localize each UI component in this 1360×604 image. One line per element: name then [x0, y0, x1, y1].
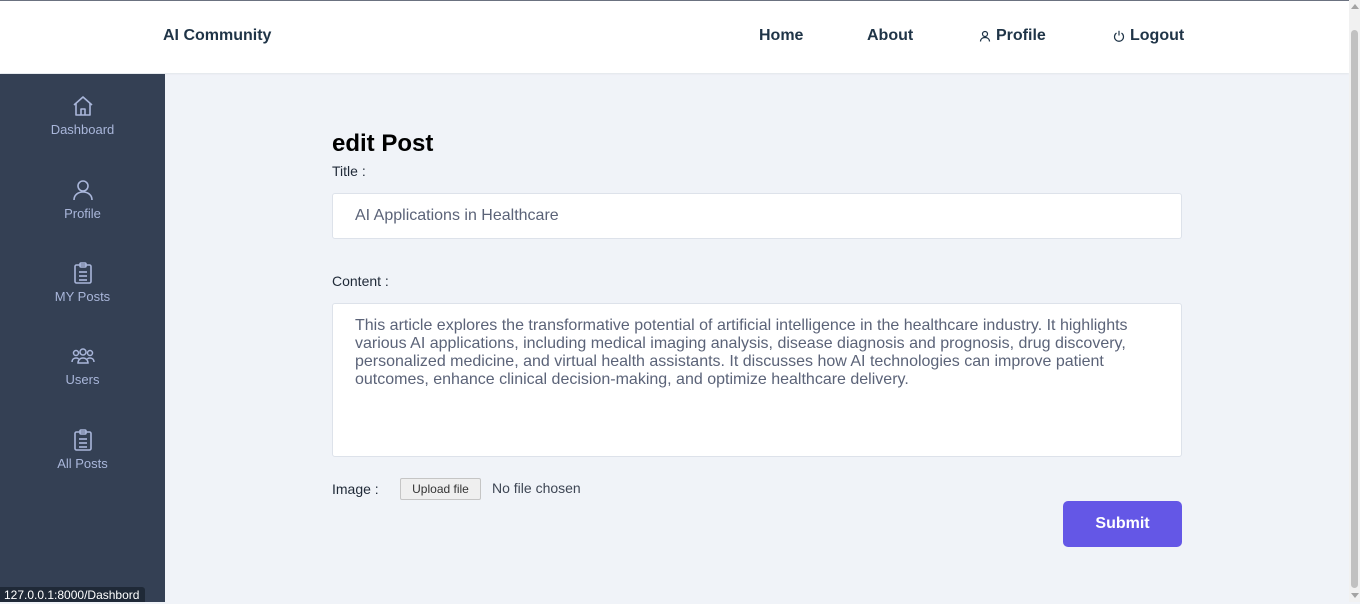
file-status-text: No file chosen — [492, 480, 581, 496]
link-status-bar: 127.0.0.1:8000/Dashbord — [0, 587, 146, 602]
nav-profile-label: Profile — [996, 27, 1046, 44]
title-input[interactable] — [332, 193, 1182, 239]
sidebar: Dashboard Profile MY Posts Users All Pos… — [0, 74, 165, 602]
user-icon — [72, 180, 93, 201]
nav-profile-link[interactable]: Profile — [979, 27, 1046, 45]
content-textarea[interactable]: This article explores the transformative… — [332, 303, 1182, 457]
nav-about-label: About — [867, 27, 914, 44]
scrollbar-thumb[interactable] — [1351, 30, 1358, 588]
sidebar-item-all-posts[interactable]: All Posts — [0, 428, 165, 471]
sidebar-item-label: Profile — [64, 206, 101, 221]
submit-button[interactable]: Submit — [1063, 501, 1182, 547]
sidebar-item-dashboard[interactable]: Dashboard — [0, 94, 165, 137]
clipboard-icon — [73, 429, 92, 451]
nav-home-link[interactable]: Home — [759, 27, 803, 45]
brand-title[interactable]: AI Community — [163, 27, 271, 45]
home-icon — [72, 96, 93, 116]
power-icon — [1113, 30, 1125, 42]
scroll-up-arrow-icon[interactable] — [1351, 4, 1359, 9]
clipboard-icon — [73, 262, 92, 284]
nav-home-label: Home — [759, 27, 804, 44]
user-icon — [979, 30, 991, 42]
page-title: edit Post — [332, 130, 434, 157]
sidebar-item-label: Users — [65, 372, 100, 387]
upload-file-button[interactable]: Upload file — [400, 478, 481, 500]
title-label: Title : — [332, 163, 366, 179]
content-label: Content : — [332, 273, 389, 289]
sidebar-item-profile[interactable]: Profile — [0, 178, 165, 221]
sidebar-item-label: All Posts — [57, 456, 108, 471]
top-navbar: AI Community Home About Profile Logout — [0, 0, 1349, 73]
image-label: Image : — [332, 481, 379, 497]
sidebar-item-my-posts[interactable]: MY Posts — [0, 261, 165, 304]
sidebar-item-label: Dashboard — [50, 122, 115, 137]
scroll-down-arrow-icon[interactable] — [1351, 593, 1359, 598]
nav-logout-link[interactable]: Logout — [1113, 27, 1184, 45]
sidebar-item-label: MY Posts — [54, 289, 111, 304]
nav-logout-label: Logout — [1130, 27, 1185, 44]
users-icon — [70, 348, 95, 364]
sidebar-item-users[interactable]: Users — [0, 344, 165, 387]
nav-about-link[interactable]: About — [867, 27, 913, 45]
vertical-scrollbar[interactable] — [1349, 0, 1360, 602]
